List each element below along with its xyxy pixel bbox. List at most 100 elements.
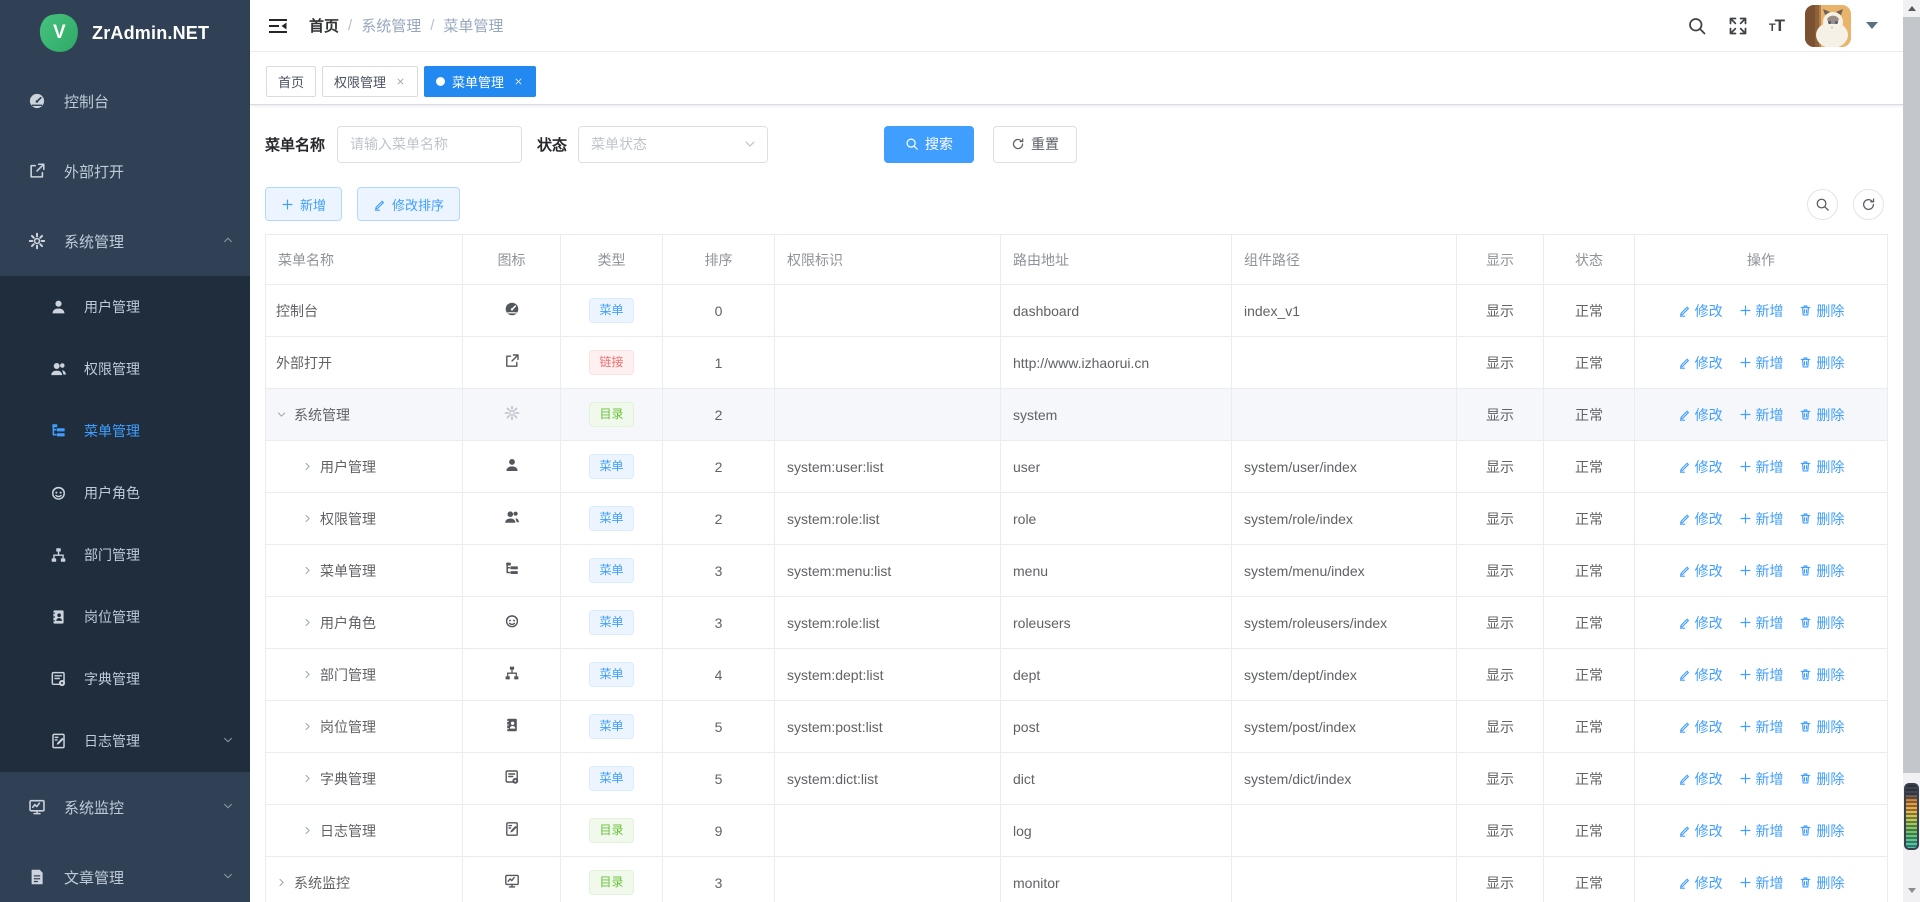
add-link[interactable]: 新增	[1739, 457, 1784, 477]
add-button[interactable]: 新增	[265, 187, 342, 221]
sidebar-item-系统监控[interactable]: 系统监控	[0, 772, 250, 842]
sidebar-item-权限管理[interactable]: 权限管理	[0, 338, 250, 400]
scrollbar-up-arrow[interactable]	[1903, 0, 1920, 17]
sidebar-item-岗位管理[interactable]: 岗位管理	[0, 586, 250, 648]
avatar[interactable]	[1805, 5, 1851, 47]
search-icon[interactable]	[1687, 16, 1707, 36]
sidebar-item-用户管理[interactable]: 用户管理	[0, 276, 250, 338]
search-button[interactable]: 搜索	[884, 126, 974, 163]
add-link[interactable]: 新增	[1739, 873, 1784, 893]
sidebar-item-文章管理[interactable]: 文章管理	[0, 842, 250, 902]
delete-link[interactable]: 删除	[1799, 665, 1844, 685]
menu-name-input[interactable]	[337, 126, 522, 163]
modify-sort-button[interactable]: 修改排序	[357, 187, 460, 221]
chevron-right-icon[interactable]	[302, 773, 320, 784]
table-row[interactable]: 用户角色 菜单 3 system:role:list roleusers sys…	[266, 597, 1888, 649]
close-icon[interactable]	[394, 76, 406, 88]
breadcrumb-home[interactable]: 首页	[309, 15, 339, 36]
scrollbar-down-arrow[interactable]	[1903, 882, 1920, 899]
edit-link[interactable]: 修改	[1678, 717, 1723, 737]
delete-link[interactable]: 删除	[1799, 613, 1844, 633]
add-link[interactable]: 新增	[1739, 717, 1784, 737]
add-link[interactable]: 新增	[1739, 405, 1784, 425]
font-size-icon[interactable]: TT	[1769, 16, 1784, 36]
sidebar-item-用户角色[interactable]: 用户角色	[0, 462, 250, 524]
edit-link[interactable]: 修改	[1678, 405, 1723, 425]
edit-link[interactable]: 修改	[1678, 509, 1723, 529]
add-link[interactable]: 新增	[1739, 665, 1784, 685]
fullscreen-icon[interactable]	[1728, 16, 1748, 36]
edit-link[interactable]: 修改	[1678, 821, 1723, 841]
tab-权限管理[interactable]: 权限管理	[322, 66, 418, 97]
edit-icon	[1678, 304, 1691, 317]
table-row[interactable]: 外部打开 链接 1 http://www.izhaorui.cn 显示 正常 修…	[266, 337, 1888, 389]
menu-fold-icon[interactable]	[267, 15, 289, 37]
user-menu-caret-icon[interactable]	[1866, 22, 1878, 29]
add-link[interactable]: 新增	[1739, 509, 1784, 529]
delete-link[interactable]: 删除	[1799, 353, 1844, 373]
sidebar-item-系统管理[interactable]: 系统管理	[0, 206, 250, 276]
delete-link[interactable]: 删除	[1799, 561, 1844, 581]
add-link[interactable]: 新增	[1739, 821, 1784, 841]
chevron-right-icon[interactable]	[302, 513, 320, 524]
sidebar-item-外部打开[interactable]: 外部打开	[0, 136, 250, 206]
delete-link[interactable]: 删除	[1799, 769, 1844, 789]
table-row[interactable]: 菜单管理 菜单 3 system:menu:list menu system/m…	[266, 545, 1888, 597]
chevron-right-icon[interactable]	[276, 877, 294, 888]
sidebar-item-字典管理[interactable]: 字典管理	[0, 648, 250, 710]
edit-link[interactable]: 修改	[1678, 873, 1723, 893]
table-row[interactable]: 字典管理 菜单 5 system:dict:list dict system/d…	[266, 753, 1888, 805]
edit-link[interactable]: 修改	[1678, 665, 1723, 685]
table-row[interactable]: 用户管理 菜单 2 system:user:list user system/u…	[266, 441, 1888, 493]
delete-link[interactable]: 删除	[1799, 405, 1844, 425]
status-select[interactable]: 菜单状态	[578, 126, 768, 163]
scrollbar-thumb[interactable]	[1903, 17, 1920, 773]
table-row[interactable]: 系统监控 目录 3 monitor 显示 正常 修改 新增 删除	[266, 857, 1888, 902]
app-logo[interactable]: V ZrAdmin.NET	[0, 0, 250, 66]
sidebar-item-控制台[interactable]: 控制台	[0, 66, 250, 136]
edit-link[interactable]: 修改	[1678, 353, 1723, 373]
close-icon[interactable]	[512, 76, 524, 88]
delete-link[interactable]: 删除	[1799, 457, 1844, 477]
add-link[interactable]: 新增	[1739, 353, 1784, 373]
delete-link[interactable]: 删除	[1799, 821, 1844, 841]
add-link[interactable]: 新增	[1739, 769, 1784, 789]
delete-link[interactable]: 删除	[1799, 873, 1844, 893]
chevron-right-icon[interactable]	[302, 461, 320, 472]
edit-link[interactable]: 修改	[1678, 613, 1723, 633]
tab-首页[interactable]: 首页	[266, 66, 316, 97]
add-link[interactable]: 新增	[1739, 613, 1784, 633]
edit-link[interactable]: 修改	[1678, 457, 1723, 477]
perm-value	[775, 337, 1001, 389]
table-row[interactable]: 岗位管理 菜单 5 system:post:list post system/p…	[266, 701, 1888, 753]
breadcrumb-level1[interactable]: 系统管理	[361, 15, 421, 36]
edit-link[interactable]: 修改	[1678, 561, 1723, 581]
tab-菜单管理[interactable]: 菜单管理	[424, 66, 536, 97]
delete-link[interactable]: 删除	[1799, 301, 1844, 321]
table-row[interactable]: 日志管理 目录 9 log 显示 正常 修改 新增 删除	[266, 805, 1888, 857]
table-row[interactable]: 系统管理 目录 2 system 显示 正常 修改 新增 删除	[266, 389, 1888, 441]
add-link[interactable]: 新增	[1739, 561, 1784, 581]
add-link[interactable]: 新增	[1739, 301, 1784, 321]
sidebar-item-菜单管理[interactable]: 菜单管理	[0, 400, 250, 462]
table-row[interactable]: 部门管理 菜单 4 system:dept:list dept system/d…	[266, 649, 1888, 701]
status-value: 正常	[1544, 805, 1635, 857]
table-row[interactable]: 控制台 菜单 0 dashboard index_v1 显示 正常 修改 新增 …	[266, 285, 1888, 337]
table-row[interactable]: 权限管理 菜单 2 system:role:list role system/r…	[266, 493, 1888, 545]
sidebar-item-部门管理[interactable]: 部门管理	[0, 524, 250, 586]
chevron-right-icon[interactable]	[302, 565, 320, 576]
show-search-button[interactable]	[1807, 189, 1838, 220]
delete-link[interactable]: 删除	[1799, 509, 1844, 529]
sidebar-item-日志管理[interactable]: 日志管理	[0, 710, 250, 772]
reset-button[interactable]: 重置	[993, 126, 1077, 163]
delete-link[interactable]: 删除	[1799, 717, 1844, 737]
page-scrollbar[interactable]	[1903, 0, 1920, 902]
edit-link[interactable]: 修改	[1678, 301, 1723, 321]
edit-link[interactable]: 修改	[1678, 769, 1723, 789]
chevron-right-icon[interactable]	[302, 721, 320, 732]
chevron-right-icon[interactable]	[302, 617, 320, 628]
chevron-down-icon[interactable]	[276, 409, 294, 420]
refresh-table-button[interactable]	[1853, 189, 1884, 220]
chevron-right-icon[interactable]	[302, 825, 320, 836]
chevron-right-icon[interactable]	[302, 669, 320, 680]
